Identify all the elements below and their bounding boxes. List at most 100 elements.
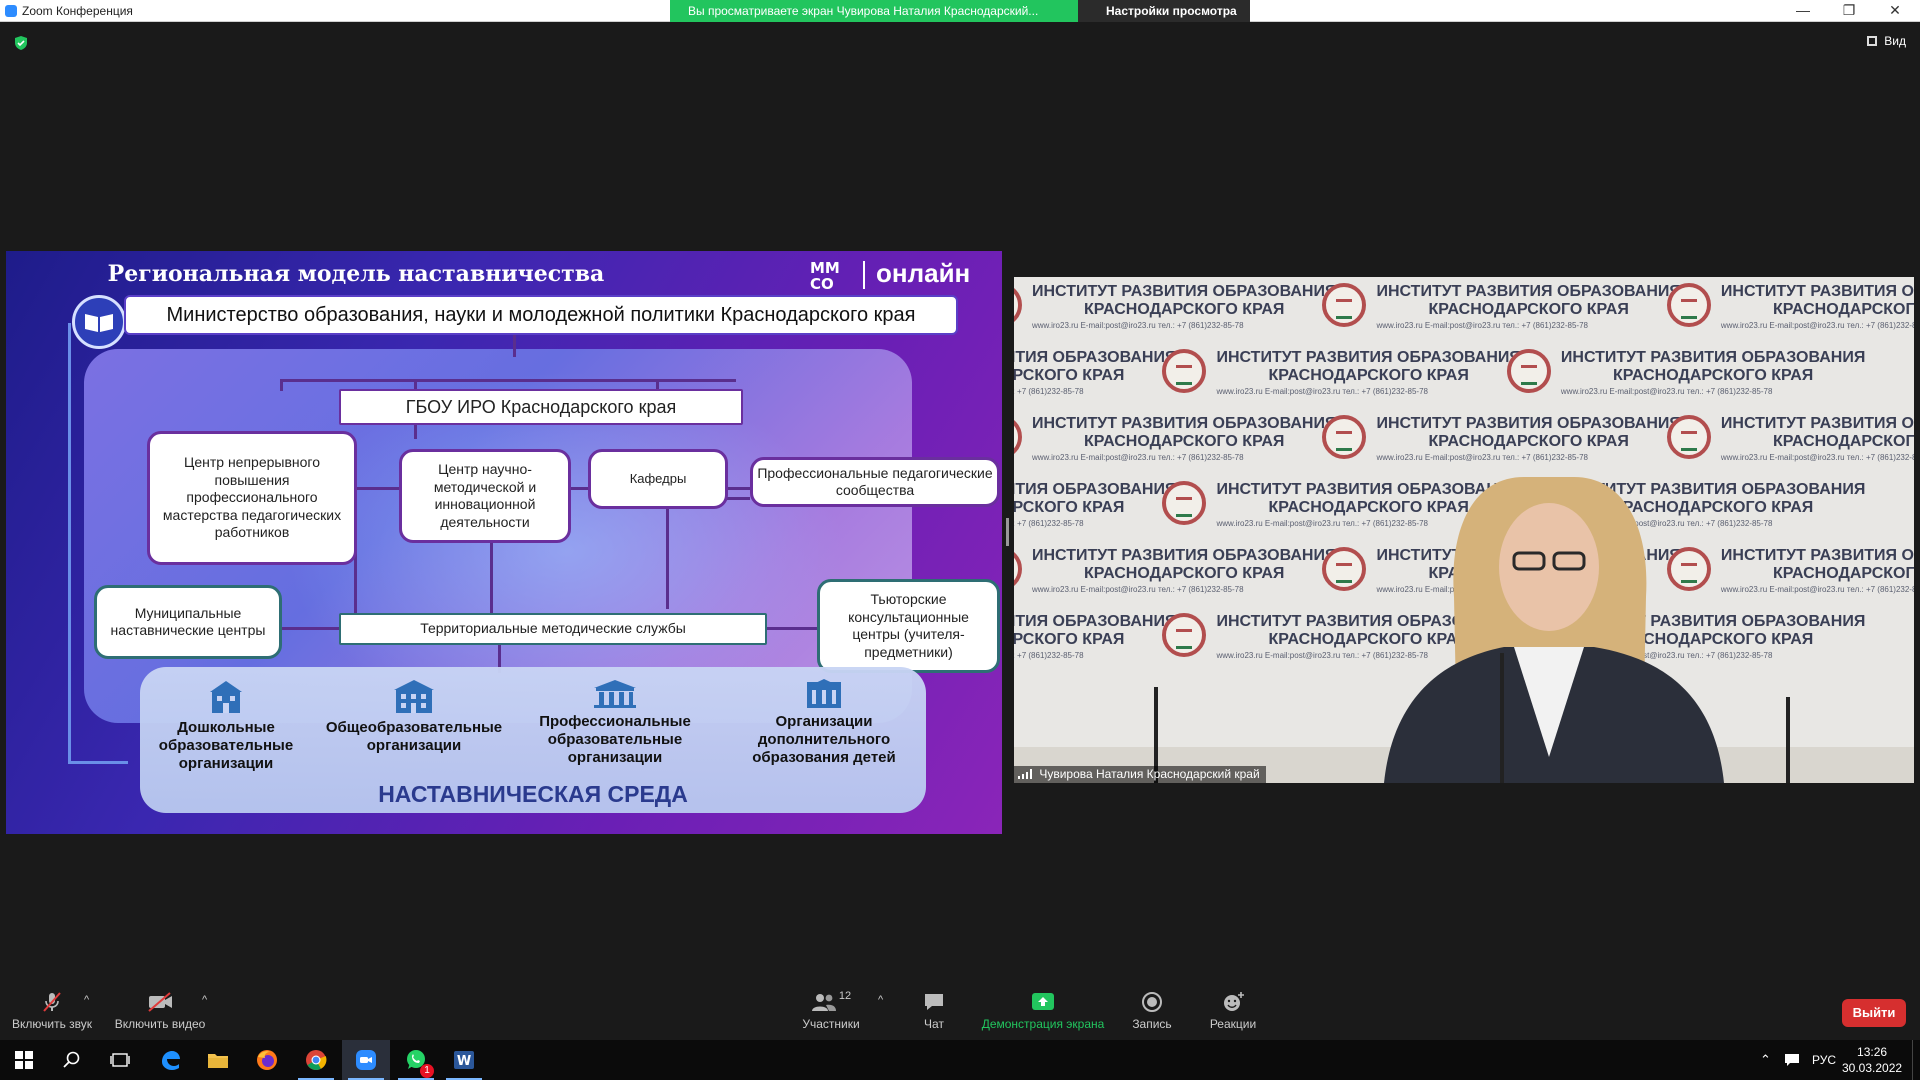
taskbar-zoom[interactable]	[342, 1040, 390, 1080]
press-wall-item: ИНСТИТУТ РАЗВИТИЯ ОБРАЗОВАНИЯКРАСНОДАРСК…	[1663, 277, 1914, 339]
task-view-button[interactable]	[96, 1040, 144, 1080]
press-wall-item: ИНСТИТУТ РАЗВИТИЯ ОБРАЗОВАНИЯКРАСНОДАРСК…	[1503, 343, 1865, 405]
wall-text-line1: ИНСТИТУТ РАЗВИТИЯ ОБРАЗОВАНИЯ	[1032, 547, 1337, 564]
grid-view-icon	[1866, 36, 1877, 46]
connector-departments-down	[666, 509, 669, 609]
view-options-button[interactable]: Настройки просмотра ⌄	[1078, 0, 1250, 31]
press-wall-item: ИНСТИТУТ РАЗВИТИЯ ОБРАЗОВАНИЯКРАСНОДАРСК…	[1014, 277, 1336, 339]
taskbar-firefox[interactable]	[243, 1040, 291, 1080]
wall-small-text: www.iro23.ru E-mail:post@iro23.ru тел.: …	[1376, 321, 1588, 330]
start-video-button[interactable]: Включить видео	[112, 990, 208, 1031]
clock-date: 30.03.2022	[1842, 1061, 1903, 1075]
view-button[interactable]: Вид	[1866, 34, 1906, 48]
reactions-label: Реакции	[1209, 1017, 1257, 1031]
search-button[interactable]	[48, 1040, 96, 1080]
shield-icon[interactable]	[14, 36, 28, 50]
panel-splitter-handle[interactable]	[1006, 518, 1009, 546]
show-desktop-button[interactable]	[1912, 1040, 1917, 1080]
gbou-box: ГБОУ ИРО Краснодарского края	[339, 389, 743, 425]
taskbar-clock[interactable]: 13:26 30.03.2022	[1842, 1044, 1902, 1076]
share-screen-button[interactable]: Демонстрация экрана	[974, 990, 1112, 1031]
connector-tutor	[762, 627, 818, 630]
wall-text-line1: ИНСТИТУТ РАЗВИТИЯ ОБРАЗОВАНИЯ	[1376, 283, 1681, 300]
svg-text:CO: CO	[810, 275, 834, 291]
clock-time: 13:26	[1857, 1045, 1888, 1059]
reactions-button[interactable]: Реакции	[1204, 990, 1262, 1031]
institute-emblem-icon	[1014, 547, 1022, 591]
wall-small-text: www.iro23.ru E-mail:post@iro23.ru тел.: …	[1014, 387, 1084, 396]
camera-off-icon	[148, 992, 172, 1012]
participant-name-tag: Чувирова Наталия Краснодарский край	[1014, 766, 1266, 783]
shared-screen-slide: Региональная модель наставничества MM CO…	[6, 251, 1002, 834]
press-wall-row: ИНСТИТУТ РАЗВИТИЯ ОБРАЗОВАНИЯКРАСНОДАРСК…	[1014, 277, 1914, 344]
input-language[interactable]: РУС	[1812, 1040, 1836, 1080]
logo-online-text: онлайн	[876, 258, 971, 288]
screen-share-banner: Вы просматриваете экран Чувирова Наталия…	[670, 0, 1078, 22]
participants-count: 12	[838, 990, 852, 1002]
taskbar-word[interactable]: W	[440, 1040, 488, 1080]
org-professional: Профессиональные образовательные организ…	[526, 679, 704, 767]
slide-title: Региональная модель наставничества	[107, 261, 605, 287]
wall-small-text: www.iro23.ru E-mail:post@iro23.ru тел.: …	[1560, 387, 1773, 396]
close-button[interactable]: ✕	[1872, 0, 1918, 22]
view-button-label: Вид	[1884, 34, 1906, 48]
org-preschool: Дошкольные образовательные организации	[146, 679, 306, 773]
institute-emblem-icon	[1014, 415, 1022, 459]
maximize-button[interactable]: ❐	[1826, 0, 1872, 22]
participants-button[interactable]: 12 Участники	[796, 990, 866, 1031]
folder-icon	[208, 1054, 228, 1068]
center-continuous-box: Центр непрерывного повышения профессиона…	[147, 431, 357, 565]
participant-name: Чувирова Наталия Краснодарский край	[1039, 767, 1260, 781]
center-scientific-box: Центр научно-методической и инновационно…	[399, 449, 571, 543]
building-icon	[210, 681, 242, 713]
wall-small-text: www.iro23.ru E-mail:post@iro23.ru тел.: …	[1032, 585, 1244, 594]
wall-text-line2: КРАСНОДАРСКОГО КРАЯ	[1014, 630, 1125, 648]
wall-text-line1: ИНСТИТУТ РАЗВИТИЯ ОБРАЗОВАНИЯ	[1560, 349, 1866, 366]
taskbar-file-explorer[interactable]	[194, 1040, 242, 1080]
taskbar-chrome[interactable]	[292, 1040, 340, 1080]
institute-emblem-icon	[1322, 283, 1367, 327]
leave-meeting-button[interactable]: Выйти	[1842, 999, 1906, 1027]
chat-button[interactable]: Чат	[910, 990, 958, 1031]
wall-small-text: www.iro23.ru E-mail:post@iro23.ru тел.: …	[1014, 651, 1084, 660]
press-wall-item: ИНСТИТУТ РАЗВИТИЯ ОБРАЗОВАНИЯКРАСНОДАРСК…	[1014, 475, 1176, 537]
tray-notifications[interactable]	[1784, 1040, 1800, 1080]
wall-text-line2: КРАСНОДАРСКОГО КРАЯ	[1014, 498, 1125, 516]
tutor-centers-box: Тьюторские консультационные центры (учит…	[817, 579, 1000, 673]
institute-emblem-icon	[1666, 415, 1711, 459]
unmute-button[interactable]: Включить звук	[8, 990, 96, 1031]
institution-icon	[594, 680, 636, 708]
minimize-button[interactable]: —	[1780, 0, 1826, 22]
start-button[interactable]	[0, 1040, 48, 1080]
share-screen-label: Демонстрация экрана	[981, 1017, 1105, 1031]
connector-left-arrow	[68, 761, 128, 764]
audio-options-caret[interactable]: ^	[84, 994, 89, 1006]
org-general: Общеобразовательные организации	[316, 679, 512, 755]
record-button[interactable]: Запись	[1126, 990, 1178, 1031]
connector-ministry-gbou	[513, 335, 516, 357]
tray-expand-button[interactable]: ⌃	[1760, 1040, 1771, 1080]
firefox-icon	[257, 1050, 277, 1070]
window-title: Zoom Конференция	[22, 4, 133, 18]
chrome-icon	[306, 1050, 327, 1070]
taskbar-edge[interactable]	[146, 1040, 194, 1080]
connector-municipal	[276, 627, 340, 630]
participant-video[interactable]: ИНСТИТУТ РАЗВИТИЯ ОБРАЗОВАНИЯ КРАСНОДАРСК…	[1014, 277, 1914, 783]
org-general-label: Общеобразовательные организации	[325, 719, 503, 754]
microphone-right	[1786, 697, 1790, 783]
windows-taskbar: 1 W ⌃ РУС 13:26 30.03.2022	[0, 1040, 1920, 1080]
zoom-icon	[356, 1050, 376, 1070]
participants-options-caret[interactable]: ^	[878, 994, 883, 1006]
start-video-label: Включить видео	[114, 1017, 206, 1031]
taskbar-whatsapp[interactable]: 1	[392, 1040, 440, 1080]
org-additional-label: Организации дополнительного образования …	[752, 713, 896, 766]
video-options-caret[interactable]: ^	[202, 994, 207, 1006]
mmco-logo-icon: MM CO	[810, 259, 840, 291]
wall-text-line1: ИНСТИТУТ РАЗВИТИЯ ОБРАЗОВАНИЯ	[1720, 415, 1914, 432]
chat-icon	[925, 994, 943, 1010]
institute-emblem-icon	[1014, 283, 1022, 327]
connector-bus-left	[280, 379, 283, 391]
wall-text-line1: ИНСТИТУТ РАЗВИТИЯ ОБРАЗОВАНИЯ	[1376, 415, 1681, 432]
notification-icon	[1785, 1054, 1799, 1066]
window-titlebar: Zoom Конференция Вы просматриваете экран…	[0, 0, 1920, 31]
